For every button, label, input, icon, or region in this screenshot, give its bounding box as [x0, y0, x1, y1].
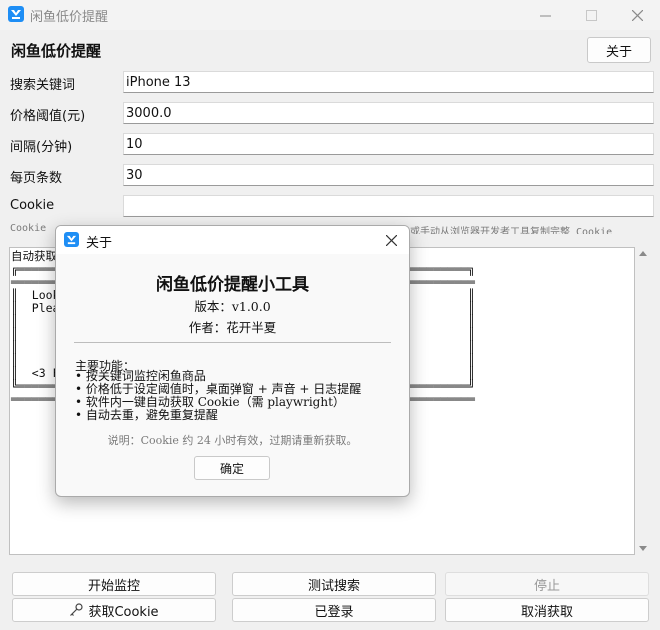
get-cookie-button[interactable]: 获取Cookie [12, 598, 216, 622]
key-icon [70, 603, 84, 616]
cookie-hint-end: 或手动从浏览器开发者工具复制完整 Cookie [410, 227, 613, 234]
dialog-app-name: 闲鱼低价提醒小工具 [156, 275, 309, 295]
minimize-button[interactable] [522, 0, 568, 30]
close-window-button[interactable] [614, 0, 660, 30]
dialog-version: 版本：v1.0.0 [194, 299, 271, 314]
dialog-title: 关于 [86, 236, 113, 251]
cookie-label: Cookie [10, 198, 55, 213]
keyword-label: 搜索关键词 [10, 78, 76, 93]
start-monitor-button[interactable]: 开始监控 [12, 572, 216, 596]
keyword-input[interactable]: iPhone 13 [123, 71, 654, 93]
stop-button[interactable]: 停止 [445, 572, 649, 596]
maximize-button[interactable] [568, 0, 614, 30]
feature-item: 自动去重，避免重复提醒 [75, 409, 361, 422]
app-heading: 闲鱼低价提醒 [11, 42, 102, 60]
dialog-note: 说明：Cookie 约 24 小时有效，过期请重新获取。 [107, 434, 358, 447]
dialog-separator [74, 342, 391, 343]
price-threshold-input[interactable]: 3000.0 [123, 102, 654, 124]
dialog-ok-button[interactable]: 确定 [194, 456, 270, 480]
test-search-button[interactable]: 测试搜索 [232, 572, 436, 596]
get-cookie-label: 获取Cookie [88, 604, 159, 620]
per-page-label: 每页条数 [10, 171, 63, 186]
close-icon [631, 9, 643, 21]
scroll-up-icon[interactable] [639, 251, 647, 256]
minimize-icon [539, 15, 551, 16]
maximize-icon [585, 9, 597, 21]
per-page-input[interactable]: 30 [123, 164, 654, 186]
cookie-hint-start: Cookie [10, 223, 47, 234]
close-icon [385, 234, 397, 246]
scroll-down-icon[interactable] [639, 546, 647, 551]
cookie-input[interactable] [123, 195, 654, 217]
log-scrollbar[interactable] [636, 247, 650, 555]
features-list: 按关键词监控闲鱼商品 价格低于设定阈值时，桌面弹窗 + 声音 + 日志提醒 软件… [75, 370, 361, 422]
dialog-app-icon [64, 232, 79, 247]
window-title: 闲鱼低价提醒 [30, 10, 109, 25]
price-threshold-label: 价格阈值(元) [10, 109, 86, 124]
about-button[interactable]: 关于 [587, 37, 651, 63]
dialog-author: 作者：花开半夏 [188, 320, 277, 335]
cancel-get-button[interactable]: 取消获取 [445, 598, 649, 622]
logged-in-button[interactable]: 已登录 [232, 598, 436, 622]
interval-label: 间隔(分钟) [10, 140, 73, 155]
dialog-titlebar: 关于 [56, 226, 409, 254]
window-titlebar: 闲鱼低价提醒 [0, 0, 660, 30]
about-dialog: 关于 闲鱼低价提醒小工具 版本：v1.0.0 作者：花开半夏 主要功能： 按关键… [55, 225, 410, 497]
dialog-close-button[interactable] [378, 228, 404, 252]
interval-input[interactable]: 10 [123, 133, 654, 155]
app-logo-icon [8, 6, 24, 22]
